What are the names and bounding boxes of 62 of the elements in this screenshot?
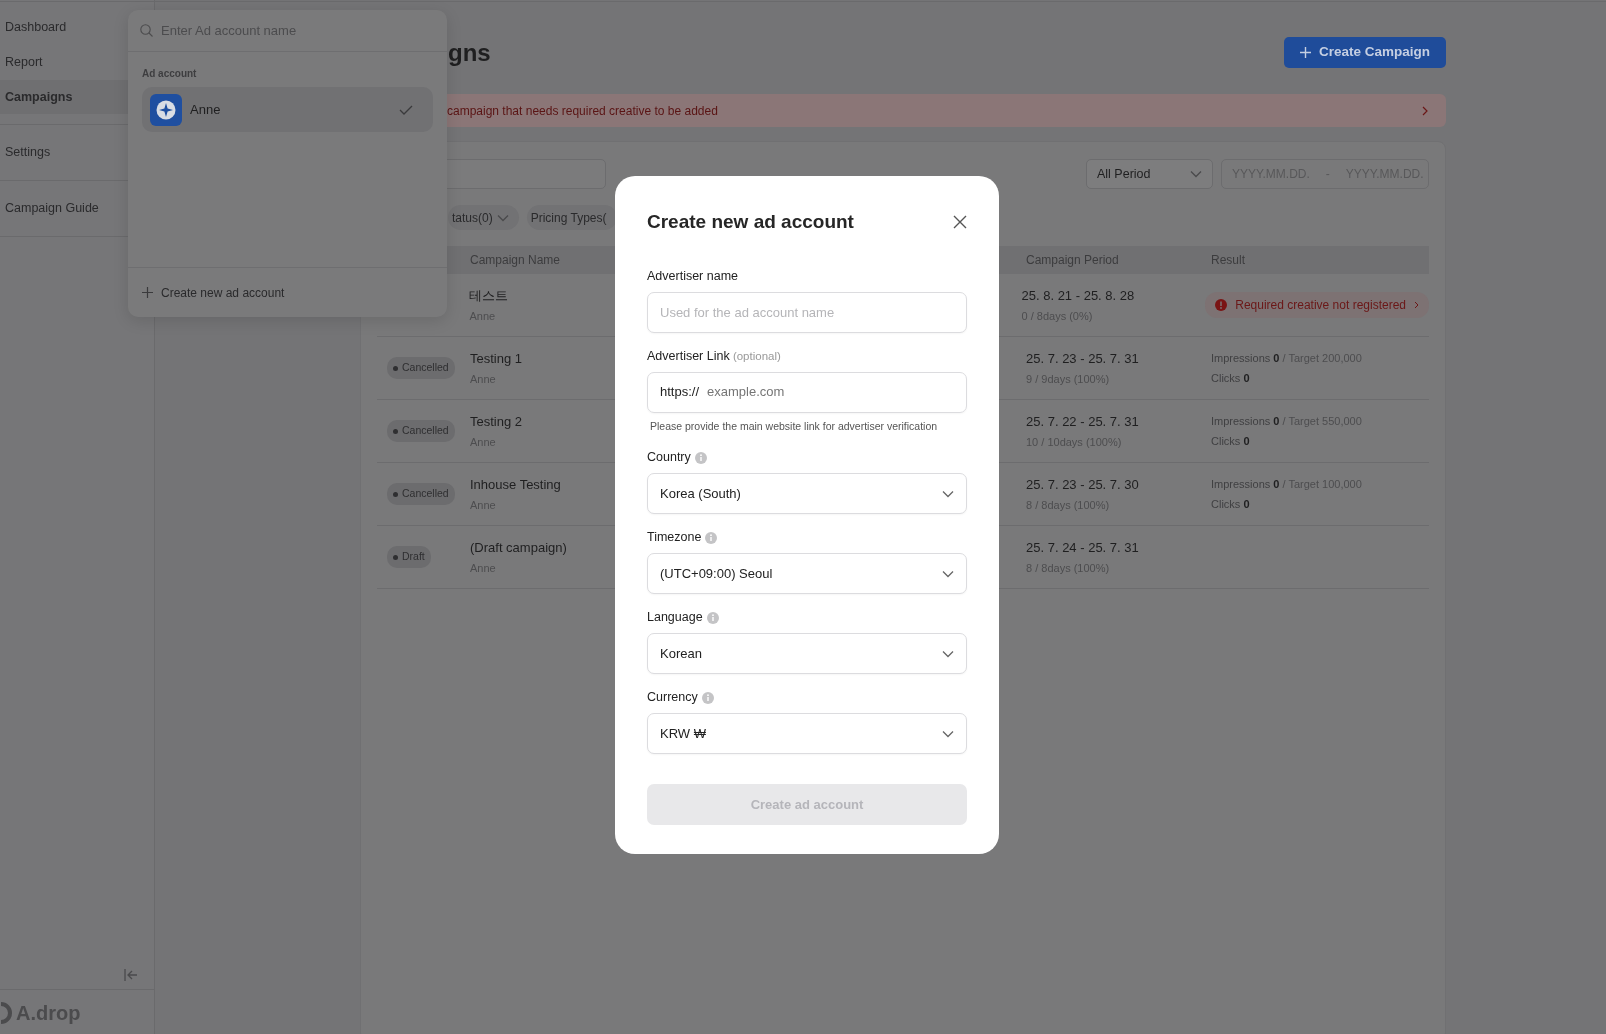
field-label: Currency xyxy=(647,690,698,706)
campaign-name[interactable]: 테스트 xyxy=(469,285,509,305)
select-field[interactable]: (UTC+09:00) Seoul xyxy=(647,553,967,595)
clicks-text: Clicks 0 xyxy=(1211,497,1251,512)
alert-icon xyxy=(1215,299,1228,311)
chevron-down-icon xyxy=(942,489,954,498)
chevron-right-icon xyxy=(1422,105,1428,116)
account-item[interactable]: Anne xyxy=(142,87,433,132)
campaign-period: 25. 7. 22 - 25. 7. 31 xyxy=(1026,412,1139,431)
chevron-down-icon xyxy=(1190,170,1202,178)
status-pill: Draft xyxy=(387,546,431,569)
field-label: Advertiser name xyxy=(647,268,738,284)
search-icon xyxy=(140,24,153,37)
select-field[interactable]: Korean xyxy=(647,633,967,675)
close-button[interactable] xyxy=(953,215,967,230)
filter-chip[interactable]: tatus(0) xyxy=(448,205,519,230)
url-field[interactable]: https:// example.com xyxy=(647,371,967,413)
chevron-down-icon xyxy=(942,649,954,658)
campaign-period: 25. 8. 21 - 25. 8. 28 xyxy=(1021,286,1135,305)
filter-chip[interactable]: Pricing Types( xyxy=(526,205,617,230)
text-input[interactable]: Used for the ad account name xyxy=(647,291,967,333)
campaign-name[interactable]: Inhouse Testing xyxy=(470,474,561,494)
account-avatar xyxy=(150,93,182,126)
sidebar-item[interactable]: Dashboard xyxy=(0,10,154,45)
account-name: Anne xyxy=(190,100,222,119)
field-label: Timezone xyxy=(647,530,702,546)
campaign-period: 25. 7. 23 - 25. 7. 30 xyxy=(1026,475,1139,494)
clicks-text: Clicks 0 xyxy=(1211,434,1251,449)
dialog-title: Create new ad account xyxy=(647,210,854,234)
clicks-text: Clicks 0 xyxy=(1211,371,1251,386)
field-label: Language xyxy=(647,610,703,626)
help-text: Please provide the main website link for advertiser verification xyxy=(650,418,939,434)
period-select[interactable]: All Period xyxy=(1086,159,1213,189)
create-account-link[interactable]: Create new ad account xyxy=(142,283,285,302)
create-campaign-button[interactable]: Create Campaign xyxy=(1283,37,1446,68)
status-pill: Cancelled xyxy=(387,483,455,506)
status-pill: Cancelled xyxy=(387,420,455,443)
select-field[interactable]: KRW ₩ xyxy=(647,713,967,755)
field-label: Country xyxy=(647,450,691,466)
chevron-down-icon xyxy=(496,213,509,222)
campaign-name[interactable]: Testing 2 xyxy=(470,411,523,431)
campaign-period: 25. 7. 24 - 25. 7. 31 xyxy=(1026,538,1139,557)
page-title: gns xyxy=(447,38,491,68)
warning-pill[interactable]: Required creative not registered xyxy=(1205,292,1429,318)
chevron-down-icon xyxy=(942,729,954,738)
plus-icon xyxy=(142,287,153,298)
campaign-name[interactable]: Testing 1 xyxy=(470,348,523,368)
section-label: Ad account xyxy=(141,67,198,81)
url-prefix: https:// xyxy=(660,383,700,402)
sidebar-item[interactable]: Campaign Guide xyxy=(0,191,154,226)
collapse-icon xyxy=(124,969,138,981)
plus-icon xyxy=(1299,47,1311,58)
chevron-right-icon xyxy=(1414,301,1419,309)
campaign-name[interactable]: (Draft campaign) xyxy=(470,537,567,557)
campaign-period: 25. 7. 23 - 25. 7. 31 xyxy=(1026,349,1139,368)
field-label: Advertiser Link (optional) xyxy=(647,348,781,364)
logo-icon xyxy=(0,1002,12,1024)
sidebar-item[interactable]: Settings xyxy=(0,135,154,170)
select-field[interactable]: Korea (South) xyxy=(647,473,967,515)
alert-text: campaign that needs required creative to be added xyxy=(447,102,718,120)
status-pill: Cancelled xyxy=(387,357,455,380)
chevron-down-icon xyxy=(942,569,954,578)
